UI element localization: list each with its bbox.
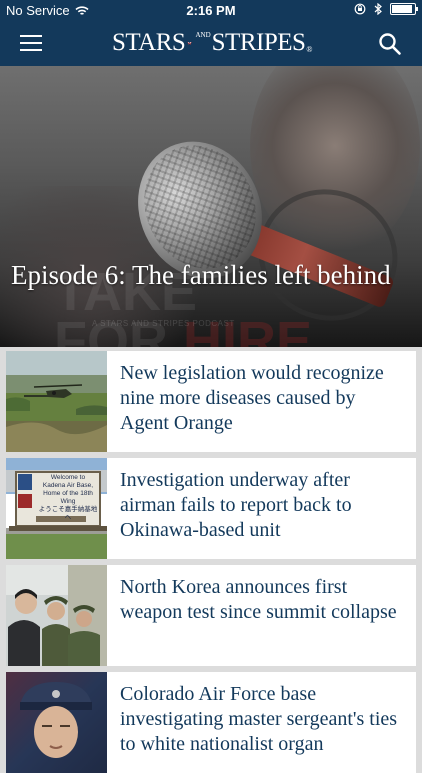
- flag-emblem-icon: [187, 41, 193, 45]
- article-card[interactable]: New legislation would recognize nine mor…: [6, 351, 416, 452]
- search-button[interactable]: [378, 32, 402, 56]
- article-thumbnail-helicopter: [6, 351, 107, 452]
- featured-story[interactable]: TAKE FOR HIRE A STARS AND STRIPES PODCAS…: [0, 66, 422, 347]
- status-right: [354, 3, 418, 15]
- battery-icon: [390, 3, 418, 15]
- article-title[interactable]: New legislation would recognize nine mor…: [120, 361, 406, 436]
- article-thumbnail-airman-portrait: [6, 672, 107, 773]
- menu-button[interactable]: [20, 33, 42, 51]
- stars-and-stripes-logo[interactable]: STARS AND STRIPES ®: [112, 28, 312, 58]
- top-nav-bar: STARS AND STRIPES ®: [0, 22, 422, 66]
- hero-title[interactable]: Episode 6: The families left behind: [11, 258, 391, 292]
- article-thumbnail-kadena-sign: Welcome to Kadena Air Base, Home of the …: [6, 458, 107, 559]
- sign-text: Welcome to Kadena Air Base, Home of the …: [38, 474, 98, 521]
- article-card[interactable]: Colorado Air Force base investigating ma…: [6, 672, 416, 773]
- status-bar: No Service 2:16 PM: [0, 0, 422, 22]
- podcast-subtitle: A STARS AND STRIPES PODCAST: [92, 319, 235, 328]
- search-icon: [379, 33, 401, 55]
- bluetooth-icon: [374, 3, 382, 15]
- menu-icon: [20, 35, 42, 37]
- article-title[interactable]: North Korea announces first weapon test …: [120, 575, 406, 625]
- rotation-lock-icon: [354, 3, 366, 15]
- article-title[interactable]: Investigation underway after airman fail…: [120, 468, 406, 543]
- article-title[interactable]: Colorado Air Force base investigating ma…: [120, 682, 406, 757]
- article-thumbnail-north-korea: [6, 565, 107, 666]
- article-card[interactable]: North Korea announces first weapon test …: [6, 565, 416, 666]
- article-card[interactable]: Welcome to Kadena Air Base, Home of the …: [6, 458, 416, 559]
